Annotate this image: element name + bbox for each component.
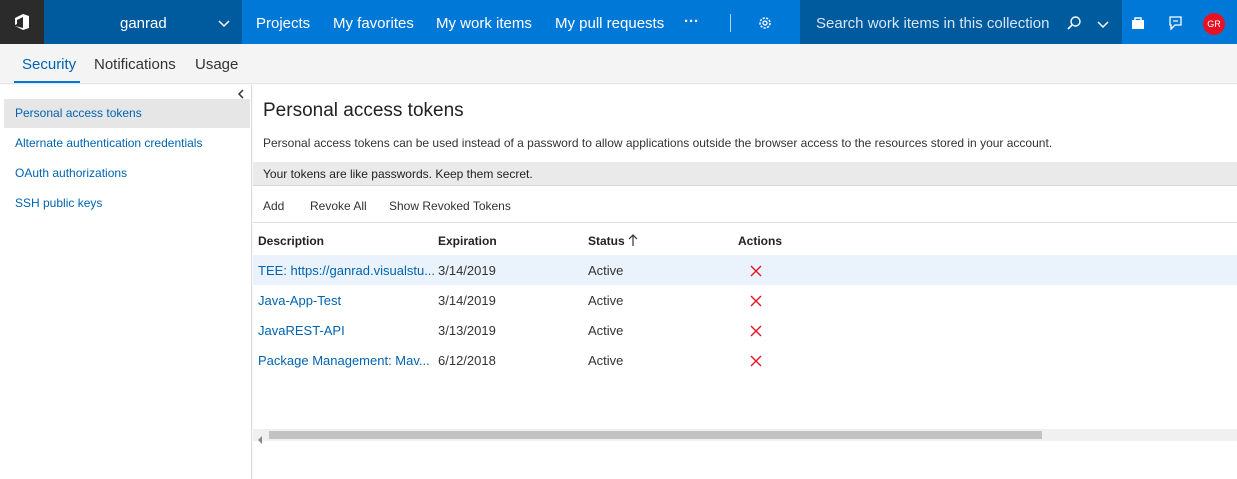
token-description-link[interactable]: Package Management: Mav... [258, 353, 434, 368]
scrollbar-thumb[interactable] [269, 431, 1042, 439]
token-status: Active [588, 293, 624, 308]
marketplace-bag-icon[interactable] [1130, 15, 1146, 36]
active-tab-indicator [14, 81, 80, 83]
table-row[interactable]: JavaREST-API 3/13/2019 Active [253, 315, 1237, 345]
token-expiration: 3/14/2019 [438, 263, 496, 278]
search-input[interactable] [816, 12, 1056, 34]
account-switcher[interactable]: ganrad [44, 0, 242, 44]
banner-text: Your tokens are like passwords. Keep the… [263, 167, 533, 181]
sidebar-item-oauth-authorizations[interactable]: OAuth authorizations [4, 159, 250, 188]
table-row[interactable]: TEE: https://ganrad.visualstu... 3/14/20… [253, 255, 1237, 285]
avatar[interactable]: GR [1203, 13, 1225, 35]
show-revoked-tokens-button[interactable]: Show Revoked Tokens [389, 199, 511, 213]
revoke-close-icon[interactable] [750, 324, 762, 342]
gear-icon[interactable] [757, 15, 773, 36]
column-header-actions: Actions [738, 234, 783, 248]
top-navigation-bar: ganrad Projects My favorites My work ite… [0, 0, 1237, 44]
sidebar-item-ssh-public-keys[interactable]: SSH public keys [4, 189, 250, 218]
scroll-left-arrow-icon[interactable] [257, 431, 263, 449]
nav-my-pull-requests[interactable]: My pull requests [555, 15, 664, 32]
revoke-close-icon[interactable] [750, 294, 762, 312]
revoke-close-icon[interactable] [750, 354, 762, 372]
token-expiration: 3/14/2019 [438, 293, 496, 308]
column-header-status[interactable]: Status [588, 234, 625, 248]
revoke-all-button[interactable]: Revoke All [310, 199, 367, 213]
more-options-button[interactable]: ··· [684, 13, 699, 30]
token-description-link[interactable]: JavaREST-API [258, 323, 434, 338]
column-header-expiration[interactable]: Expiration [438, 234, 497, 248]
nav-my-work-items[interactable]: My work items [436, 15, 532, 32]
nav-separator [730, 14, 731, 32]
main-content: Personal access tokens Personal access t… [253, 85, 1237, 479]
account-name: ganrad [120, 15, 167, 32]
nav-projects[interactable]: Projects [256, 15, 310, 32]
toolbar-divider [253, 222, 1237, 223]
info-banner: Your tokens are like passwords. Keep the… [253, 162, 1237, 186]
horizontal-scrollbar[interactable] [253, 429, 1237, 444]
sidebar-item-personal-access-tokens[interactable]: Personal access tokens [4, 99, 250, 128]
add-button[interactable]: Add [263, 199, 284, 213]
token-status: Active [588, 353, 624, 368]
token-status: Active [588, 263, 624, 278]
tab-usage[interactable]: Usage [195, 56, 238, 73]
revoke-close-icon[interactable] [750, 264, 762, 282]
sidebar-item-alternate-credentials[interactable]: Alternate authentication credentials [4, 129, 250, 158]
table-row[interactable]: Java-App-Test 3/14/2019 Active [253, 285, 1237, 315]
chevron-down-icon[interactable] [1097, 17, 1109, 35]
token-expiration: 6/12/2018 [438, 353, 496, 368]
nav-my-favorites[interactable]: My favorites [333, 15, 414, 32]
tab-notifications[interactable]: Notifications [94, 56, 176, 73]
token-status: Active [588, 323, 624, 338]
sort-ascending-arrow-icon[interactable] [627, 233, 639, 252]
token-expiration: 3/13/2019 [438, 323, 496, 338]
vsts-logo-icon[interactable] [0, 0, 44, 44]
page-description: Personal access tokens can be used inste… [263, 136, 1053, 150]
search-icon[interactable] [1066, 15, 1082, 36]
column-header-description[interactable]: Description [258, 234, 324, 248]
token-description-link[interactable]: Java-App-Test [258, 293, 434, 308]
settings-tabs: Security Notifications Usage [0, 44, 1237, 84]
feedback-icon[interactable] [1167, 15, 1183, 36]
security-sidebar: Personal access tokens Alternate authent… [0, 85, 252, 479]
search-box[interactable] [800, 0, 1122, 44]
chevron-down-icon [218, 16, 230, 34]
token-description-link[interactable]: TEE: https://ganrad.visualstu... [258, 263, 434, 278]
tab-security[interactable]: Security [22, 56, 76, 73]
table-row[interactable]: Package Management: Mav... 6/12/2018 Act… [253, 345, 1237, 375]
page-title: Personal access tokens [263, 100, 464, 121]
